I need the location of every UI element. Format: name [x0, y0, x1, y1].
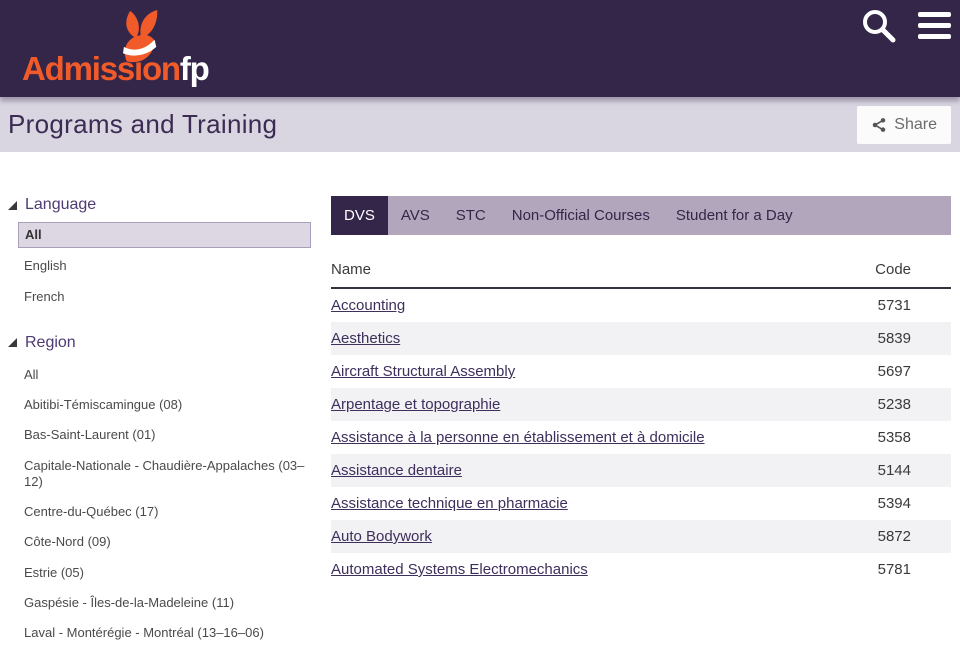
table-row: Accounting 5731	[331, 288, 951, 322]
tab-stc[interactable]: STC	[443, 196, 499, 235]
program-link-aircraft-structural-assembly[interactable]: Aircraft Structural Assembly	[331, 363, 515, 380]
facet-item-region-capitale-nationale[interactable]: Capitale-Nationale - Chaudière-Appalache…	[18, 451, 311, 498]
facet-item-language-french[interactable]: French	[18, 282, 311, 312]
program-code: 5781	[821, 553, 951, 586]
facet-item-region-gaspesie[interactable]: Gaspésie - Îles-de-la-Madeleine (11)	[18, 588, 311, 618]
program-link-auto-bodywork[interactable]: Auto Bodywork	[331, 528, 432, 545]
share-icon	[871, 117, 887, 133]
program-link-automated-systems-electromechanics[interactable]: Automated Systems Electromechanics	[331, 561, 588, 578]
filter-sidebar: Language All English French Region All A…	[8, 196, 311, 648]
table-row: Automated Systems Electromechanics 5781	[331, 553, 951, 586]
program-link-arpentage-et-topographie[interactable]: Arpentage et topographie	[331, 396, 500, 413]
app-header: Admissionfp	[0, 0, 960, 97]
facet-item-language-english[interactable]: English	[18, 251, 311, 281]
search-icon[interactable]	[860, 7, 898, 45]
hamburger-menu-icon[interactable]	[918, 12, 951, 39]
logo-text: Admissionfp	[22, 50, 209, 88]
program-code: 5731	[821, 288, 951, 322]
facet-region: Region All Abitibi-Témiscamingue (08) Ba…	[8, 334, 311, 648]
program-code: 5358	[821, 421, 951, 454]
program-type-tabs: DVS AVS STC Non-Official Courses Student…	[331, 196, 951, 235]
facet-item-region-estrie[interactable]: Estrie (05)	[18, 558, 311, 588]
facet-item-language-all[interactable]: All	[18, 222, 311, 248]
facet-language-items: All English French	[8, 222, 311, 312]
page-title: Programs and Training	[8, 109, 277, 140]
program-code: 5872	[821, 520, 951, 553]
program-link-assistance-a-la-personne[interactable]: Assistance à la personne en établissemen…	[331, 429, 705, 446]
facet-language-header[interactable]: Language	[8, 196, 311, 214]
table-row: Aircraft Structural Assembly 5697	[331, 355, 951, 388]
program-link-assistance-dentaire[interactable]: Assistance dentaire	[331, 462, 462, 479]
facet-language-title: Language	[25, 196, 96, 214]
program-code: 5144	[821, 454, 951, 487]
column-header-name: Name	[331, 252, 821, 288]
facet-item-region-cote-nord[interactable]: Côte-Nord (09)	[18, 527, 311, 557]
program-link-accounting[interactable]: Accounting	[331, 297, 405, 314]
program-code: 5839	[821, 322, 951, 355]
table-row: Assistance technique en pharmacie 5394	[331, 487, 951, 520]
table-row: Aesthetics 5839	[331, 322, 951, 355]
table-row: Assistance à la personne en établissemen…	[331, 421, 951, 454]
collapse-triangle-icon	[8, 338, 17, 347]
facet-item-region-centre-du-quebec[interactable]: Centre-du-Québec (17)	[18, 497, 311, 527]
table-row: Assistance dentaire 5144	[331, 454, 951, 487]
share-label: Share	[894, 116, 937, 134]
facet-item-region-bas-saint-laurent[interactable]: Bas-Saint-Laurent (01)	[18, 420, 311, 450]
facet-region-title: Region	[25, 334, 76, 352]
program-link-assistance-technique-en-pharmacie[interactable]: Assistance technique en pharmacie	[331, 495, 568, 512]
content-area: Language All English French Region All A…	[0, 152, 960, 648]
facet-item-region-all[interactable]: All	[18, 360, 311, 390]
collapse-triangle-icon	[8, 201, 17, 210]
facet-region-items: All Abitibi-Témiscamingue (08) Bas-Saint…	[8, 360, 311, 648]
table-row: Arpentage et topographie 5238	[331, 388, 951, 421]
admissionfp-logo[interactable]: Admissionfp	[22, 10, 202, 90]
program-code: 5238	[821, 388, 951, 421]
program-table: Name Code Accounting 5731 Aesthetics 583…	[331, 252, 951, 586]
program-code: 5697	[821, 355, 951, 388]
main-panel: DVS AVS STC Non-Official Courses Student…	[331, 196, 951, 648]
program-link-aesthetics[interactable]: Aesthetics	[331, 330, 400, 347]
tab-avs[interactable]: AVS	[388, 196, 443, 235]
column-header-code: Code	[821, 252, 951, 288]
program-code: 5394	[821, 487, 951, 520]
share-button[interactable]: Share	[857, 106, 951, 144]
facet-item-region-laval-monteregie-montreal[interactable]: Laval - Montérégie - Montréal (13–16–06)	[18, 618, 311, 648]
facet-region-header[interactable]: Region	[8, 334, 311, 352]
tab-non-official-courses[interactable]: Non-Official Courses	[499, 196, 663, 235]
table-header-row: Name Code	[331, 252, 951, 288]
tab-dvs[interactable]: DVS	[331, 196, 388, 235]
facet-language: Language All English French	[8, 196, 311, 312]
facet-item-region-abitibi[interactable]: Abitibi-Témiscamingue (08)	[18, 390, 311, 420]
title-bar: Programs and Training Share	[0, 97, 960, 152]
table-row: Auto Bodywork 5872	[331, 520, 951, 553]
tab-student-for-a-day[interactable]: Student for a Day	[663, 196, 806, 235]
